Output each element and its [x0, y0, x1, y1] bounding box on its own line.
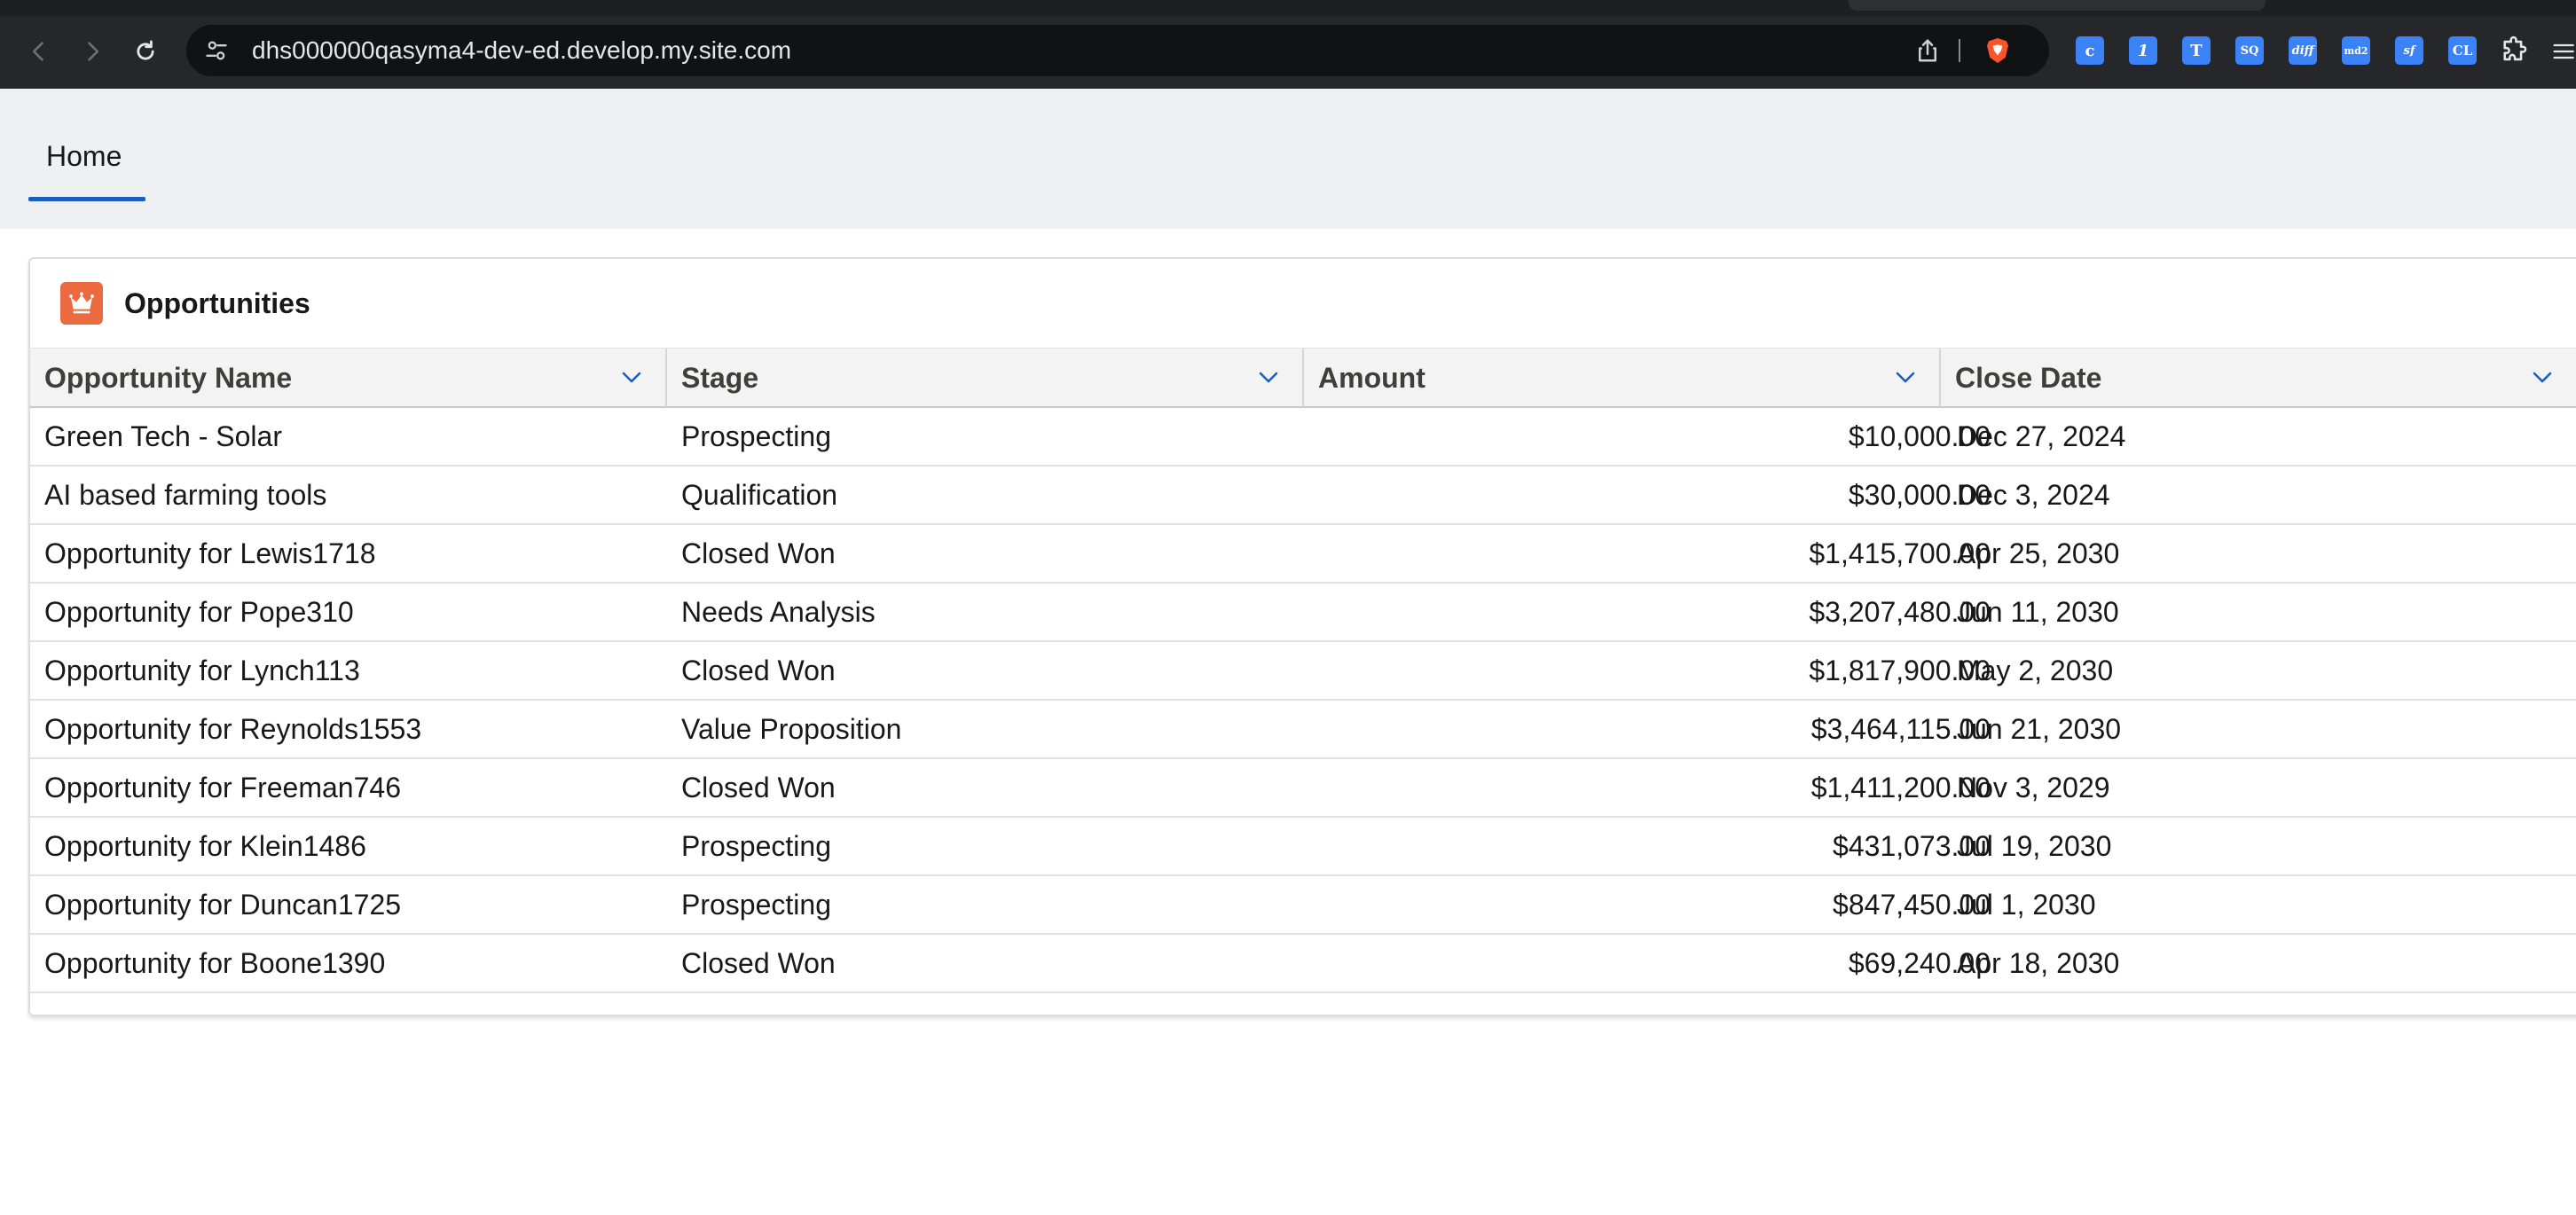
stage-cell: Closed Won — [681, 772, 836, 803]
opportunity-name-cell: Opportunity for Pope310 — [44, 596, 354, 628]
chevron-down-icon[interactable] — [1258, 370, 1279, 384]
tab-strip — [0, 0, 2576, 16]
tab-home[interactable]: Home — [28, 138, 145, 201]
table-row[interactable]: Opportunity for Reynolds1553 Value Propo… — [30, 701, 2576, 759]
table-row[interactable]: Opportunity for Pope310 Needs Analysis $… — [30, 584, 2576, 642]
tab-home-label: Home — [46, 140, 122, 172]
stage-cell: Prospecting — [681, 420, 831, 452]
close-date-cell: Jun 21, 2030 — [1957, 713, 2122, 745]
chevron-down-icon[interactable] — [621, 370, 642, 384]
sq-extension-icon[interactable]: SQ — [2235, 36, 2264, 65]
card-title: Opportunities — [124, 287, 310, 319]
active-tab-indicator — [28, 197, 145, 201]
opportunity-name-cell: AI based farming tools — [44, 479, 327, 511]
opportunity-name-cell: Opportunity for Duncan1725 — [44, 889, 402, 921]
chevron-down-icon[interactable] — [2532, 370, 2553, 384]
table-header: Opportunity Name Stage Amount Close Date — [30, 348, 2576, 408]
column-header-stage[interactable]: Stage — [667, 349, 1304, 407]
opportunity-name-cell: Opportunity for Boone1390 — [44, 947, 386, 979]
c-extension-icon[interactable]: c — [2076, 36, 2104, 65]
t-extension-icon[interactable]: T — [2182, 36, 2211, 65]
column-header-label: Stage — [681, 362, 759, 394]
table-row[interactable]: Opportunity for Duncan1725 Prospecting $… — [30, 876, 2576, 935]
back-button[interactable] — [23, 32, 55, 71]
chevron-down-icon[interactable] — [1895, 370, 1916, 384]
toolbar-divider — [1959, 39, 1960, 62]
crown-icon — [60, 282, 103, 325]
column-header-amount[interactable]: Amount — [1304, 349, 1941, 407]
address-bar[interactable]: dhs000000qasyma4-dev-ed.develop.my.site.… — [186, 25, 2049, 76]
column-header-label: Amount — [1318, 362, 1425, 394]
close-date-cell: Dec 3, 2024 — [1957, 479, 2110, 511]
url-text[interactable]: dhs000000qasyma4-dev-ed.develop.my.site.… — [252, 36, 791, 65]
stage-cell: Value Proposition — [681, 713, 902, 745]
column-header-label: Opportunity Name — [44, 362, 293, 394]
browser-toolbar: dhs000000qasyma4-dev-ed.develop.my.site.… — [0, 0, 2576, 89]
opportunity-name-cell: Opportunity for Lewis1718 — [44, 537, 376, 569]
column-header-opportunity-name[interactable]: Opportunity Name — [30, 349, 667, 407]
cl-extension-icon[interactable]: CL — [2448, 36, 2477, 65]
opportunity-name-cell: Opportunity for Lynch113 — [44, 655, 360, 686]
table-row[interactable]: Green Tech - Solar Prospecting $10,000.0… — [30, 408, 2576, 466]
stage-cell: Closed Won — [681, 655, 836, 686]
opportunities-card: Opportunities Opportunity Name Stage Amo… — [28, 257, 2576, 1016]
stage-cell: Closed Won — [681, 537, 836, 569]
stage-cell: Qualification — [681, 479, 838, 511]
close-date-cell: Dec 27, 2024 — [1957, 420, 2126, 452]
opportunities-table: Opportunity Name Stage Amount Close Date… — [30, 348, 2576, 993]
close-date-cell: Nov 3, 2029 — [1957, 772, 2110, 803]
browser-tab[interactable] — [1849, 0, 2266, 11]
opportunity-name-cell: Opportunity for Klein1486 — [44, 830, 366, 862]
forward-arrow-icon — [88, 42, 99, 61]
close-date-cell: Jul 19, 2030 — [1957, 830, 2112, 862]
back-arrow-icon — [32, 42, 43, 61]
browser-menu-icon[interactable] — [2549, 39, 2576, 64]
opportunity-name-cell: Opportunity for Reynolds1553 — [44, 713, 422, 745]
table-row[interactable]: Opportunity for Klein1486 Prospecting $4… — [30, 818, 2576, 876]
site-navigation: Home — [0, 89, 2576, 229]
opportunity-name-cell: Opportunity for Freeman746 — [44, 772, 401, 803]
forward-button[interactable] — [76, 32, 108, 71]
column-header-close-date[interactable]: Close Date — [1941, 349, 2576, 407]
close-date-cell: May 2, 2030 — [1957, 655, 2114, 686]
table-row[interactable]: Opportunity for Lewis1718 Closed Won $1,… — [30, 525, 2576, 584]
close-date-cell: Jun 11, 2030 — [1957, 596, 2119, 628]
site-settings-icon[interactable] — [204, 38, 229, 63]
stage-cell: Needs Analysis — [681, 596, 876, 628]
reload-button[interactable] — [130, 32, 161, 71]
brave-shields-icon[interactable] — [1983, 36, 2012, 65]
table-row[interactable]: AI based farming tools Qualification $30… — [30, 466, 2576, 525]
diff-extension-icon[interactable]: diff — [2289, 36, 2317, 65]
card-header: Opportunities — [30, 259, 2576, 348]
table-row[interactable]: Opportunity for Lynch113 Closed Won $1,8… — [30, 642, 2576, 701]
share-icon[interactable] — [1914, 37, 1941, 64]
column-header-label: Close Date — [1955, 362, 2102, 394]
table-row[interactable]: Opportunity for Freeman746 Closed Won $1… — [30, 759, 2576, 818]
stage-cell: Prospecting — [681, 889, 831, 921]
extensions-puzzle-icon[interactable] — [2500, 35, 2530, 66]
opportunity-name-cell: Green Tech - Solar — [44, 420, 282, 452]
reload-icon — [137, 40, 154, 60]
1password-icon[interactable]: 1 — [2129, 36, 2157, 65]
stage-cell: Closed Won — [681, 947, 836, 979]
stage-cell: Prospecting — [681, 830, 831, 862]
md2-extension-icon[interactable]: md2 — [2342, 36, 2370, 65]
close-date-cell: Apr 18, 2030 — [1957, 947, 2120, 979]
sf-extension-icon[interactable]: sf — [2395, 36, 2423, 65]
close-date-cell: Jul 1, 2030 — [1957, 889, 2096, 921]
table-row[interactable]: Opportunity for Boone1390 Closed Won $69… — [30, 935, 2576, 993]
close-date-cell: Apr 25, 2030 — [1957, 537, 2120, 569]
